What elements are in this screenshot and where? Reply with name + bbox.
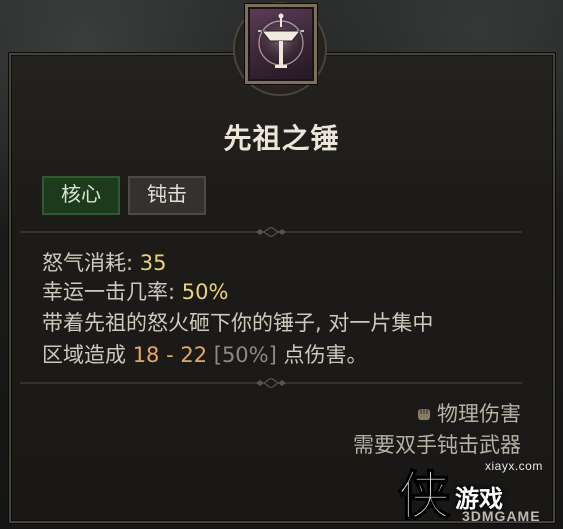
divider-bottom — [20, 378, 522, 388]
watermark-site: xiayx.com — [485, 459, 543, 473]
divider-top — [20, 227, 522, 237]
skill-description: 带着先祖的怒火砸下你的锤子, 对一片集中 区域造成 18 - 22 [50%] … — [42, 307, 532, 371]
tag-core: 核心 — [42, 176, 120, 215]
svg-text:侠: 侠 — [398, 467, 450, 524]
hammer-skill-icon — [245, 4, 317, 84]
damage-range: 18 - 22 — [132, 343, 208, 367]
lucky-hit-value: 50% — [181, 280, 229, 304]
lucky-hit-label: 幸运一击几率: — [42, 280, 176, 304]
damage-type-label: 物理伤害 — [437, 402, 521, 426]
fist-icon — [418, 409, 430, 420]
weapon-requirement: 需要双手钝击武器 — [353, 433, 521, 457]
watermark-logo: 侠 — [397, 466, 451, 524]
lucky-hit-row: 幸运一击几率: 50% — [42, 279, 228, 306]
fury-cost-row: 怒气消耗: 35 — [42, 250, 167, 277]
description-line-1: 带着先祖的怒火砸下你的锤子, 对一片集中 — [42, 311, 434, 335]
tag-bludgeoning: 钝击 — [128, 176, 206, 215]
fury-cost-value: 35 — [139, 251, 167, 275]
watermark-3dm: 3DMGAME — [462, 508, 541, 524]
damage-percent: [50%] — [213, 343, 277, 367]
description-line-2: 区域造成 18 - 22 [50%] 点伤害。 — [42, 343, 368, 367]
damage-type-row: 物理伤害 — [415, 398, 521, 428]
fury-cost-label: 怒气消耗: — [42, 251, 134, 275]
skill-title: 先祖之锤 — [223, 122, 340, 155]
